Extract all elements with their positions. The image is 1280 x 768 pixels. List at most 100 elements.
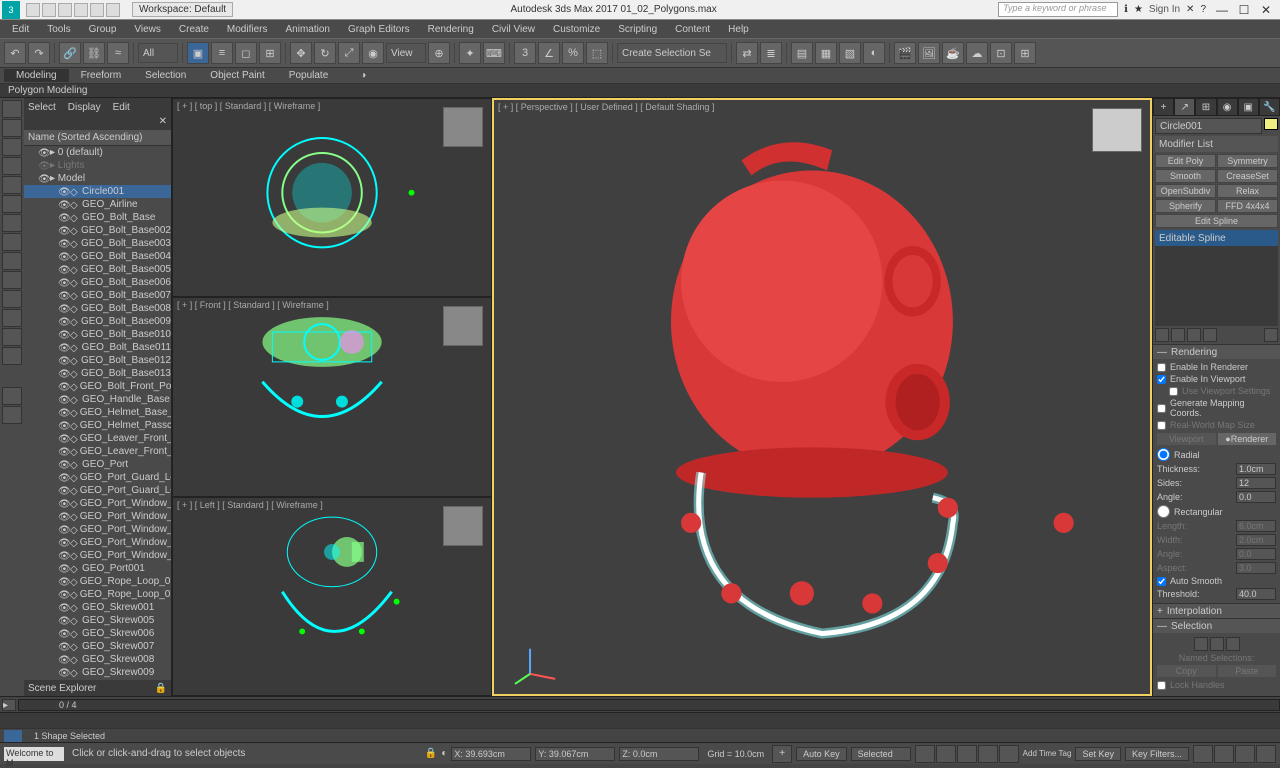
ribbon-tab-selection[interactable]: Selection — [133, 69, 198, 82]
tree-item[interactable]: 👁◇GEO_Rope_Loop_02 — [24, 588, 171, 601]
tree-item[interactable]: 👁◇GEO_Port_Window_I — [24, 549, 171, 562]
search-input[interactable]: Type a keyword or phrase — [998, 2, 1118, 17]
se-tool-14[interactable] — [2, 347, 22, 365]
rendering-rollout-header[interactable]: — Rendering — [1153, 345, 1280, 359]
renderer-button[interactable]: ● Renderer — [1218, 433, 1277, 445]
workspace-dropdown[interactable]: Workspace: Default — [132, 2, 233, 17]
menu-customize[interactable]: Customize — [545, 22, 608, 37]
redo-button[interactable]: ↷ — [28, 42, 50, 64]
radial-radio[interactable] — [1157, 448, 1170, 461]
spherify-button[interactable]: Spherify — [1155, 199, 1216, 213]
render-button[interactable]: ☕ — [942, 42, 964, 64]
timeline-expand-icon[interactable]: ▸ — [2, 699, 16, 711]
se-tool-3[interactable] — [2, 138, 22, 156]
symmetry-button[interactable]: Symmetry — [1217, 154, 1278, 168]
maximize-button[interactable]: ☐ — [1234, 2, 1254, 18]
tree-item[interactable]: 👁◇Circle001 — [24, 185, 171, 198]
help-icon[interactable]: ? — [1200, 4, 1206, 15]
render-output-button[interactable]: ⊡ — [990, 42, 1012, 64]
object-name-field[interactable]: Circle001 — [1155, 118, 1262, 134]
se-close-icon[interactable]: ✕ — [159, 116, 167, 130]
goto-end-icon[interactable] — [999, 745, 1019, 763]
se-edit-tab[interactable]: Edit — [113, 102, 130, 113]
undo-icon[interactable] — [74, 3, 88, 17]
viewcube-persp[interactable] — [1092, 108, 1142, 152]
menu-modifiers[interactable]: Modifiers — [219, 22, 276, 37]
se-select-tab[interactable]: Select — [28, 102, 56, 113]
display-tab-icon[interactable]: ▣ — [1238, 98, 1259, 116]
tree-group[interactable]: 👁▸ Model — [24, 172, 171, 185]
ribbon-tab-modeling[interactable]: Modeling — [4, 69, 69, 82]
se-tool-2[interactable] — [2, 119, 22, 137]
spline-subobj-icon[interactable] — [1226, 637, 1240, 651]
se-tool-9[interactable] — [2, 252, 22, 270]
pin-stack-icon[interactable] — [1155, 328, 1169, 342]
gen-mapping-checkbox[interactable] — [1157, 404, 1166, 413]
tree-item[interactable]: 👁◇GEO_Bolt_Base005 — [24, 263, 171, 276]
minimize-button[interactable]: — — [1212, 2, 1232, 18]
se-tool-4[interactable] — [2, 157, 22, 175]
tree-item[interactable]: 👁◇GEO_Port_Window_I — [24, 536, 171, 549]
ribbon-tab-freeform[interactable]: Freeform — [69, 69, 134, 82]
tree-item[interactable]: 👁◇GEO_Leaver_Front_S — [24, 432, 171, 445]
viewport-left[interactable]: [ + ] [ Left ] [ Standard ] [ Wireframe … — [172, 497, 492, 696]
interpolation-rollout-header[interactable]: + Interpolation — [1153, 604, 1280, 618]
viewport-persp-label[interactable]: [ + ] [ Perspective ] [ User Defined ] [… — [498, 102, 714, 112]
menu-views[interactable]: Views — [126, 22, 169, 37]
modifier-list-dropdown[interactable]: Modifier List — [1155, 136, 1278, 152]
keymode-dropdown[interactable]: Selected — [851, 747, 911, 761]
tree-item[interactable]: 👁◇GEO_Skrew001 — [24, 601, 171, 614]
frame-indicator[interactable]: 0 / 4 — [59, 700, 77, 710]
se-tool-1[interactable] — [2, 100, 22, 118]
se-display-tab[interactable]: Display — [68, 102, 101, 113]
tree-item[interactable]: 👁◇GEO_Port — [24, 458, 171, 471]
open-icon[interactable] — [42, 3, 56, 17]
angle-spinner[interactable]: 0.0 — [1236, 491, 1276, 503]
modify-tab-icon[interactable]: ↗ — [1174, 98, 1195, 116]
pivot-button[interactable]: ⊕ — [428, 42, 450, 64]
viewport-front[interactable]: [ + ] [ Front ] [ Standard ] [ Wireframe… — [172, 297, 492, 496]
tree-item[interactable]: 👁◇GEO_Airline — [24, 198, 171, 211]
se-tool-13[interactable] — [2, 328, 22, 346]
goto-start-icon[interactable] — [915, 745, 935, 763]
isolate-icon[interactable]: ◐ — [441, 748, 447, 759]
enable-viewport-checkbox[interactable] — [1157, 375, 1166, 384]
layer-explorer-button[interactable]: ▤ — [791, 42, 813, 64]
menu-edit[interactable]: Edit — [4, 22, 37, 37]
save-icon[interactable] — [58, 3, 72, 17]
tree-item[interactable]: 👁◇GEO_Port_Guard_Le — [24, 471, 171, 484]
x-coord[interactable]: X: 39.693cm — [451, 747, 531, 761]
align-button[interactable]: ≣ — [760, 42, 782, 64]
play-icon[interactable] — [957, 745, 977, 763]
autosmooth-checkbox[interactable] — [1157, 577, 1166, 586]
relax-button[interactable]: Relax — [1217, 184, 1278, 198]
lock-selection-icon[interactable]: 🔒 — [425, 748, 437, 759]
angle-snap-button[interactable]: ∠ — [538, 42, 560, 64]
create-tab-icon[interactable]: + — [1153, 98, 1174, 116]
opensubdiv-button[interactable]: OpenSubdiv — [1155, 184, 1216, 198]
tree-item[interactable]: 👁◇GEO_Port_Guard_Le — [24, 484, 171, 497]
material-editor-button[interactable]: ◐ — [863, 42, 885, 64]
ffd-button[interactable]: FFD 4x4x4 — [1217, 199, 1278, 213]
manipulate-button[interactable]: ✦ — [459, 42, 481, 64]
tree-item[interactable]: 👁◇GEO_Skrew008 — [24, 653, 171, 666]
curve-editor-button[interactable]: ▦ — [815, 42, 837, 64]
se-tool-5[interactable] — [2, 176, 22, 194]
tree-item[interactable]: 👁◇GEO_Helmet_Passca — [24, 419, 171, 432]
move-button[interactable]: ✥ — [290, 42, 312, 64]
snap-toggle-button[interactable]: 3 — [514, 42, 536, 64]
editspline-button[interactable]: Edit Spline — [1155, 214, 1278, 228]
addtimetag-button[interactable]: Add Time Tag — [1023, 749, 1072, 758]
next-frame-icon[interactable] — [978, 745, 998, 763]
thickness-spinner[interactable]: 1.0cm — [1236, 463, 1276, 475]
render-frame-button[interactable]: 🖼 — [918, 42, 940, 64]
sides-spinner[interactable]: 12 — [1236, 477, 1276, 489]
viewcube-left[interactable] — [443, 506, 483, 546]
select-object-button[interactable]: ▣ — [187, 42, 209, 64]
tree-item[interactable]: 👁◇GEO_Skrew005 — [24, 614, 171, 627]
tree-item[interactable]: 👁◇GEO_Bolt_Base012 — [24, 354, 171, 367]
signin-button[interactable]: Sign In — [1149, 4, 1180, 15]
spinner-snap-button[interactable]: ⬚ — [586, 42, 608, 64]
tree-item[interactable]: 👁◇GEO_Skrew009 — [24, 666, 171, 679]
tree-item[interactable]: 👁◇GEO_Bolt_Base003 — [24, 237, 171, 250]
